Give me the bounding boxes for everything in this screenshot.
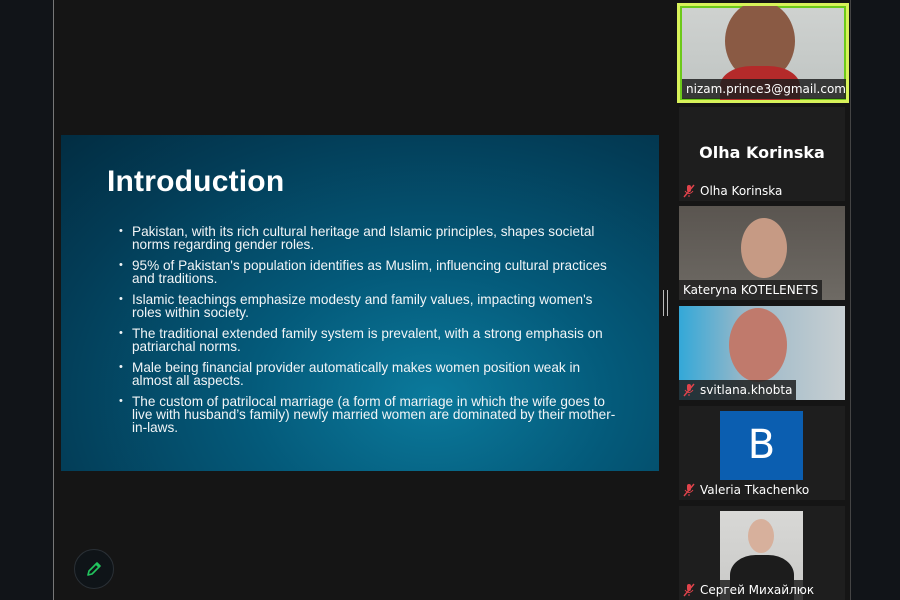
participant-name: svitlana.khobta bbox=[700, 383, 793, 397]
participant-name: Olha Korinska bbox=[700, 184, 783, 198]
participant-tile[interactable]: Сергей Михайлюк bbox=[679, 506, 845, 600]
panel-resize-handle[interactable] bbox=[663, 290, 668, 316]
pencil-icon bbox=[87, 562, 101, 576]
participant-name: Сергей Михайлюк bbox=[700, 583, 815, 597]
muted-mic-icon bbox=[683, 483, 695, 497]
participant-name: Kateryna KOTELENETS bbox=[683, 283, 819, 297]
participant-tile[interactable]: Olha Korinska Olha Korinska bbox=[679, 107, 845, 201]
participant-tile-active-speaker[interactable]: nizam.prince3@gmail.com bbox=[677, 3, 849, 103]
participant-name-label: Сергей Михайлюк bbox=[679, 580, 819, 600]
participant-tile[interactable]: svitlana.khobta bbox=[679, 306, 845, 400]
slide-bullet: Male being financial provider automatica… bbox=[119, 361, 619, 388]
slide-bullet: 95% of Pakistan's population identifies … bbox=[119, 259, 619, 286]
participant-name-label: nizam.prince3@gmail.com bbox=[682, 79, 846, 99]
participant-tile[interactable]: Kateryna KOTELENETS bbox=[679, 206, 845, 300]
slide-bullet: The custom of patrilocal marriage (a for… bbox=[119, 395, 619, 435]
participant-video bbox=[741, 218, 787, 278]
muted-mic-icon bbox=[683, 383, 695, 397]
slide-bullets: Pakistan, with its rich cultural heritag… bbox=[119, 225, 619, 442]
slide-title: Introduction bbox=[107, 165, 285, 198]
shared-slide: Introduction Pakistan, with its rich cul… bbox=[61, 135, 659, 471]
participant-name: nizam.prince3@gmail.com bbox=[686, 82, 846, 96]
participant-video bbox=[729, 308, 787, 382]
participant-name-label: Valeria Tkachenko bbox=[679, 480, 814, 500]
slide-bullet: Pakistan, with its rich cultural heritag… bbox=[119, 225, 619, 252]
participant-avatar: B bbox=[720, 411, 803, 480]
muted-mic-icon bbox=[683, 184, 695, 198]
participant-name-label: svitlana.khobta bbox=[679, 380, 797, 400]
slide-bullet: The traditional extended family system i… bbox=[119, 327, 619, 354]
participant-display-name: Olha Korinska bbox=[699, 143, 825, 162]
participant-name: Valeria Tkachenko bbox=[700, 483, 810, 497]
participant-tile[interactable]: B Valeria Tkachenko bbox=[679, 406, 845, 500]
slide-bullet: Islamic teachings emphasize modesty and … bbox=[119, 293, 619, 320]
annotate-button[interactable] bbox=[74, 549, 114, 589]
participant-name-label: Olha Korinska bbox=[679, 181, 787, 201]
participant-name-label: Kateryna KOTELENETS bbox=[679, 280, 823, 300]
muted-mic-icon bbox=[683, 583, 695, 597]
